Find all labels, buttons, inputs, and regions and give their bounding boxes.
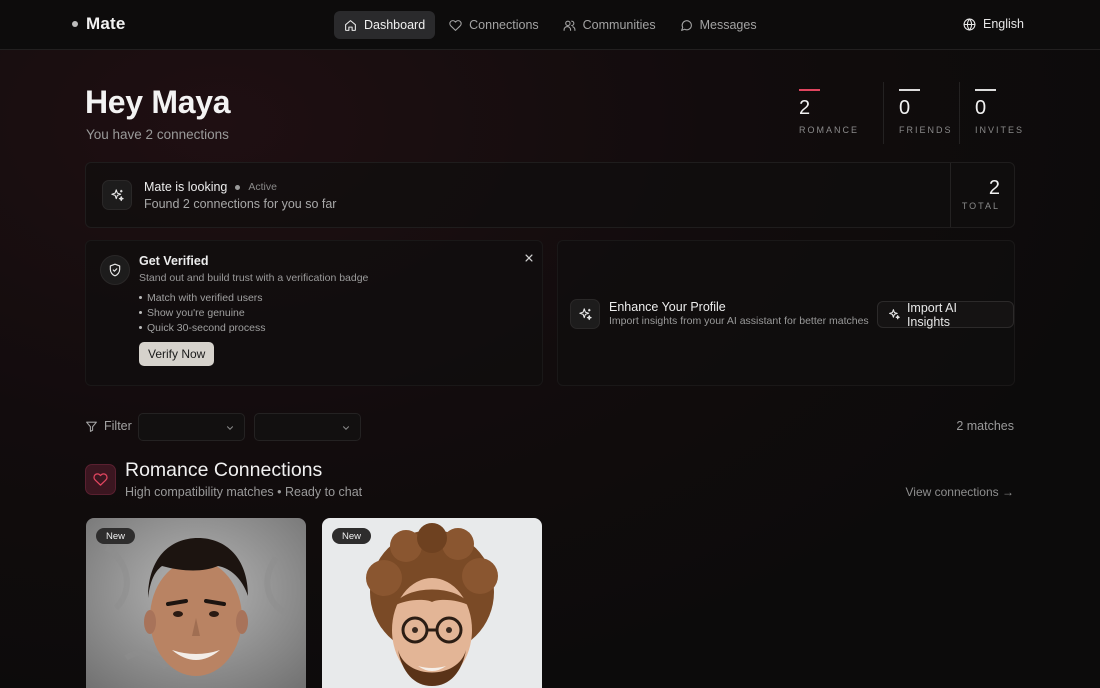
chevron-down-icon (226, 426, 234, 430)
looking-icon-box (102, 180, 132, 210)
verify-subtitle: Stand out and build trust with a verific… (139, 272, 369, 284)
profile-card[interactable]: New (86, 518, 306, 688)
stat-value: 0 (899, 97, 911, 119)
stat-label: INVITES (975, 125, 1025, 135)
filter-label: Filter (104, 419, 132, 433)
looking-title: Mate is looking (144, 180, 228, 194)
list-item: Match with verified users (139, 290, 265, 305)
brand-dot-icon (72, 21, 78, 27)
nav-label: Messages (699, 18, 757, 32)
looking-status-card: Mate is looking Active Found 2 connectio… (85, 162, 1015, 228)
verify-now-button[interactable]: Verify Now (139, 342, 215, 366)
import-ai-insights-button[interactable]: Import AI Insights (877, 300, 1014, 329)
nav-item-dashboard[interactable]: Dashboard (334, 11, 436, 39)
nav-item-connections[interactable]: Connections (439, 11, 549, 39)
looking-status: Active (248, 181, 277, 193)
filter-select-1[interactable] (138, 413, 245, 441)
filter-button[interactable]: Filter (85, 419, 132, 433)
main-nav: Dashboard Connections Communities Messag… (334, 11, 767, 39)
stat-friends: 0 FRIENDS (883, 82, 959, 144)
section-title: Romance Connections (125, 459, 323, 481)
matches-count: 2 matches (956, 419, 1014, 433)
nav-label: Communities (582, 18, 656, 32)
looking-subtitle: Found 2 connections for you so far (144, 197, 337, 211)
active-dot-icon (235, 184, 241, 190)
globe-icon (963, 17, 976, 31)
verify-title: Get Verified (139, 254, 209, 268)
language-selector[interactable]: English (963, 17, 1024, 31)
nav-label: Connections (469, 18, 539, 32)
list-item: Show you're genuine (139, 305, 265, 320)
enhance-subtitle: Import insights from your AI assistant f… (609, 315, 869, 327)
close-icon[interactable] (522, 251, 536, 265)
page-title: Hey Maya (85, 84, 231, 120)
users-icon (563, 20, 576, 31)
view-connections-link[interactable]: View connections → (905, 485, 1014, 499)
total-label: TOTAL (961, 201, 1000, 211)
total-value: 2 (988, 177, 1000, 199)
verify-card: Get Verified Stand out and build trust w… (85, 240, 543, 386)
enhance-icon-box (570, 299, 600, 329)
stat-label: ROMANCE (799, 125, 860, 135)
looking-total: 2 TOTAL (950, 163, 1016, 227)
page-subtitle: You have 2 connections (86, 127, 229, 142)
top-nav: Mate Dashboard Connections Communities M… (0, 0, 1100, 50)
new-badge: New (96, 528, 136, 544)
filter-icon (86, 421, 97, 432)
nav-label: Dashboard (364, 18, 426, 32)
profile-card[interactable]: New (322, 518, 542, 688)
stat-bar (975, 89, 996, 91)
stats-panel: 2 ROMANCE 0 FRIENDS 0 INVITES (799, 82, 1035, 144)
sparkles-icon (110, 188, 124, 201)
nav-item-communities[interactable]: Communities (553, 11, 666, 39)
stat-value: 0 (975, 97, 987, 119)
stat-bar (899, 89, 920, 91)
verify-icon-box (100, 255, 130, 285)
language-label: English (983, 17, 1024, 31)
home-icon (345, 19, 356, 31)
new-badge: New (332, 528, 372, 544)
brand-name: Mate (86, 14, 126, 33)
message-icon (680, 19, 692, 31)
section-subtitle: High compatibility matches • Ready to ch… (125, 485, 363, 499)
verify-benefits-list: Match with verified users Show you're ge… (139, 290, 265, 335)
enhance-title: Enhance Your Profile (609, 300, 726, 314)
shield-check-icon (109, 263, 121, 277)
nav-item-messages[interactable]: Messages (670, 11, 767, 39)
heart-icon (93, 473, 108, 486)
stat-value: 2 (799, 97, 811, 119)
sparkles-icon (578, 307, 592, 320)
chevron-down-icon (342, 426, 350, 430)
stat-invites: 0 INVITES (959, 82, 1035, 144)
stat-accent-bar (799, 89, 820, 91)
heart-icon (449, 19, 462, 31)
romance-section-icon-box (85, 464, 116, 495)
filter-select-2[interactable] (254, 413, 361, 441)
sparkles-icon (889, 309, 900, 320)
enhance-profile-card: Enhance Your Profile Import insights fro… (557, 240, 1015, 386)
import-button-label: Import AI Insights (906, 300, 957, 329)
list-item: Quick 30-second process (139, 320, 265, 335)
stat-label: FRIENDS (899, 125, 953, 135)
looking-title-row: Mate is looking Active (144, 180, 277, 194)
stat-romance: 2 ROMANCE (799, 82, 883, 144)
brand-logo[interactable]: Mate (72, 14, 126, 34)
